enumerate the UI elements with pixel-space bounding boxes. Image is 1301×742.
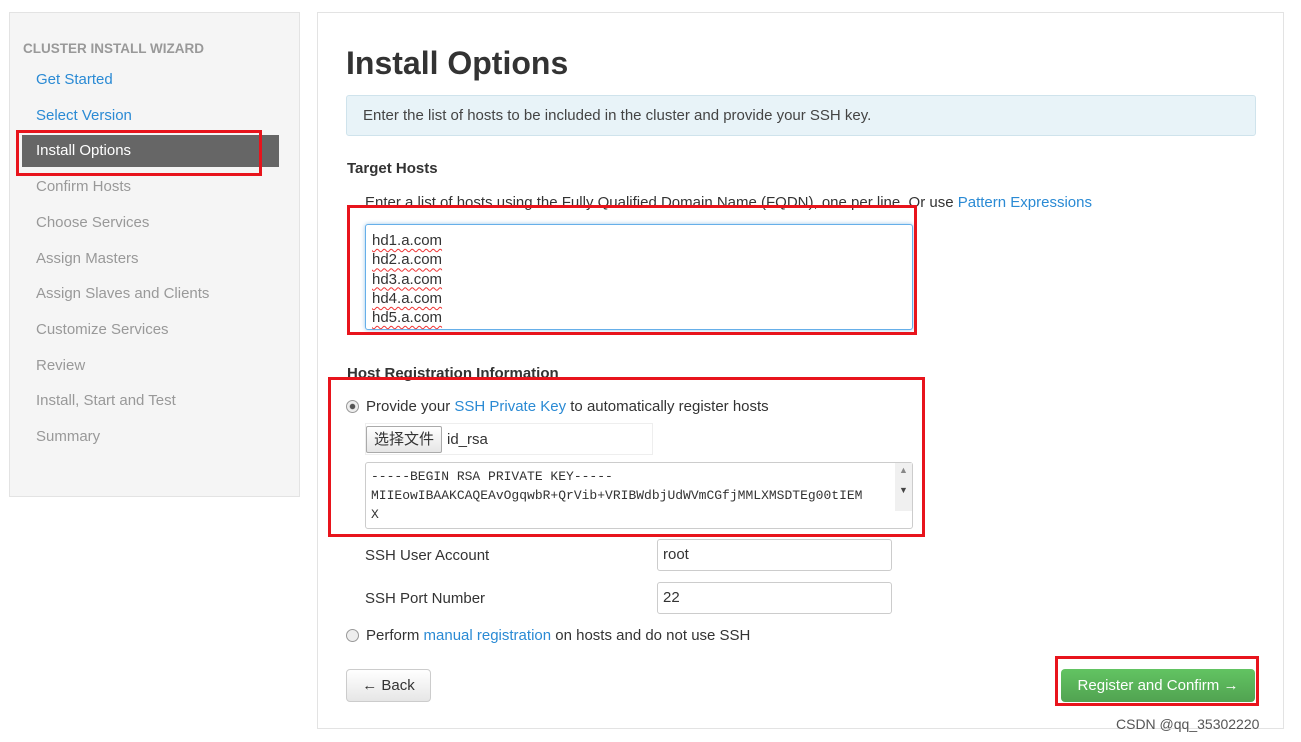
manual-option-text: Perform manual registration on hosts and… — [366, 627, 750, 644]
ssh-port-input[interactable]: 22 — [657, 582, 892, 614]
highlight-box — [328, 377, 925, 537]
sidebar-item-assign-slaves-and-clients: Assign Slaves and Clients — [36, 285, 210, 303]
watermark: CSDN @qq_35302220 — [1116, 716, 1260, 732]
manual-option-prefix: Perform — [366, 627, 424, 644]
sidebar-item-select-version[interactable]: Select Version — [22, 100, 279, 132]
sidebar-item-summary: Summary — [36, 428, 101, 445]
sidebar-item-assign-masters: Assign Masters — [36, 249, 139, 267]
page-title: Install Options — [346, 45, 569, 81]
ssh-user-label: SSH User Account — [365, 547, 490, 564]
sidebar-item-customize-services: Customize Services — [36, 320, 169, 338]
sidebar-item-install-start-and-test: Install, Start and Test — [36, 392, 176, 410]
main-panel: Install Options Enter the list of hosts … — [317, 12, 1284, 729]
ssh-port-label: SSH Port Number — [365, 590, 486, 607]
highlight-box — [1055, 656, 1259, 706]
manual-registration-option[interactable]: Perform manual registration on hosts and… — [346, 627, 750, 644]
sidebar-item-get-started[interactable]: Get Started — [22, 64, 279, 96]
highlight-box — [347, 205, 917, 335]
wizard-sidebar: CLUSTER INSTALL WIZARD Get Started Select… — [9, 12, 300, 497]
pattern-expressions-link[interactable]: Pattern Expressions — [958, 194, 1092, 211]
manual-registration-link[interactable]: manual registration — [424, 627, 552, 644]
sidebar-item-review: Review — [36, 356, 86, 374]
back-button[interactable]: ← Back — [346, 669, 431, 702]
sidebar-item-choose-services: Choose Services — [36, 213, 150, 231]
target-hosts-label: Target Hosts — [347, 160, 438, 177]
info-alert: Enter the list of hosts to be included i… — [346, 95, 1256, 136]
ssh-user-input[interactable]: root — [657, 539, 892, 571]
sidebar-heading: CLUSTER INSTALL WIZARD — [23, 41, 204, 56]
manual-option-suffix: on hosts and do not use SSH — [551, 627, 751, 644]
manual-registration-radio[interactable] — [346, 629, 359, 642]
highlight-box — [16, 130, 262, 176]
